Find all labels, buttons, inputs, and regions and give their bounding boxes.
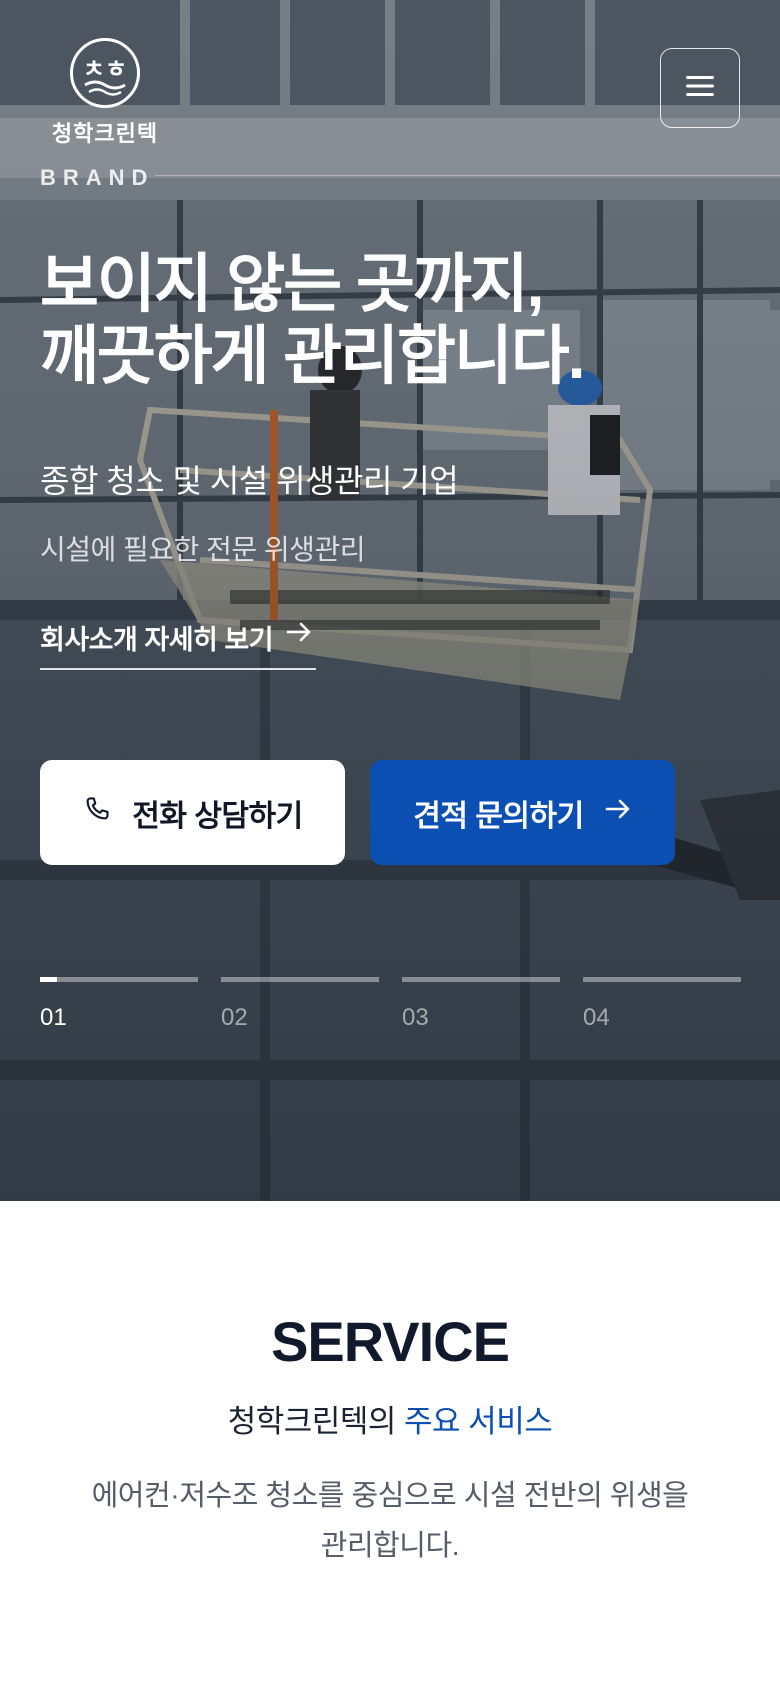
service-description: 에어컨·저수조 청소를 중심으로 시설 전반의 위생을 관리합니다. — [91, 1480, 689, 1562]
about-company-link[interactable]: 회사소개 자세히 보기 — [40, 618, 316, 670]
logo-emblem-icon: ㅊㅎ — [70, 38, 140, 108]
hero-headline: 보이지 않는 곳까지, 깨끗하게 관리합니다. — [40, 248, 585, 392]
slide-number: 02 — [221, 1004, 248, 1031]
slide-indicator-1[interactable]: 01 — [40, 977, 198, 1032]
slide-number: 03 — [402, 1004, 429, 1031]
phone-consult-button[interactable]: 전화 상담하기 — [40, 760, 345, 865]
service-subtitle-prefix: 청학크린텍의 — [227, 1404, 397, 1439]
menu-button[interactable] — [660, 48, 740, 128]
section-label: BRAND — [40, 165, 155, 190]
arrow-right-icon — [285, 618, 313, 653]
section-divider — [155, 175, 780, 176]
hero-section: ㅊㅎ 청학크린텍 BRAND 보이지 않는 곳까지, 깨끗하게 관리합니다. 종… — [0, 0, 780, 1201]
arrow-right-icon — [604, 795, 632, 831]
headline-line-1: 보이지 않는 곳까지, — [40, 248, 544, 320]
logo-text: 청학크린텍 — [51, 121, 159, 146]
slide-indicator-4[interactable]: 04 — [583, 977, 741, 1032]
hero-subtext: 시설에 필요한 전문 위생관리 — [40, 534, 365, 565]
brand-logo[interactable]: ㅊㅎ 청학크린텍 — [48, 38, 162, 148]
svg-text:ㅊㅎ: ㅊㅎ — [83, 55, 127, 83]
hamburger-icon — [684, 73, 716, 104]
phone-button-label: 전화 상담하기 — [132, 799, 303, 833]
service-title: SERVICE — [271, 1310, 510, 1373]
quote-request-button[interactable]: 견적 문의하기 — [370, 760, 675, 865]
slide-indicator-3[interactable]: 03 — [402, 977, 560, 1032]
service-section: SERVICE 청학크린텍의 주요 서비스 에어컨·저수조 청소를 중심으로 시… — [0, 1201, 780, 1688]
quote-button-label: 견적 문의하기 — [413, 799, 584, 833]
service-subtitle-highlight: 주요 서비스 — [404, 1404, 553, 1439]
phone-icon — [82, 794, 112, 832]
hero-subheading: 종합 청소 및 시설 위생관리 기업 — [40, 463, 459, 499]
slide-number: 04 — [583, 1004, 610, 1031]
service-subtitle: 청학크린텍의 주요 서비스 — [0, 1396, 780, 1441]
slide-progress-fill — [40, 977, 58, 982]
headline-line-2: 깨끗하게 관리합니다. — [40, 320, 585, 392]
slide-indicator-2[interactable]: 02 — [221, 977, 379, 1032]
slide-progress: 01 02 03 04 — [40, 977, 741, 1037]
slide-number: 01 — [40, 1004, 67, 1031]
about-link-label: 회사소개 자세히 보기 — [40, 625, 274, 655]
